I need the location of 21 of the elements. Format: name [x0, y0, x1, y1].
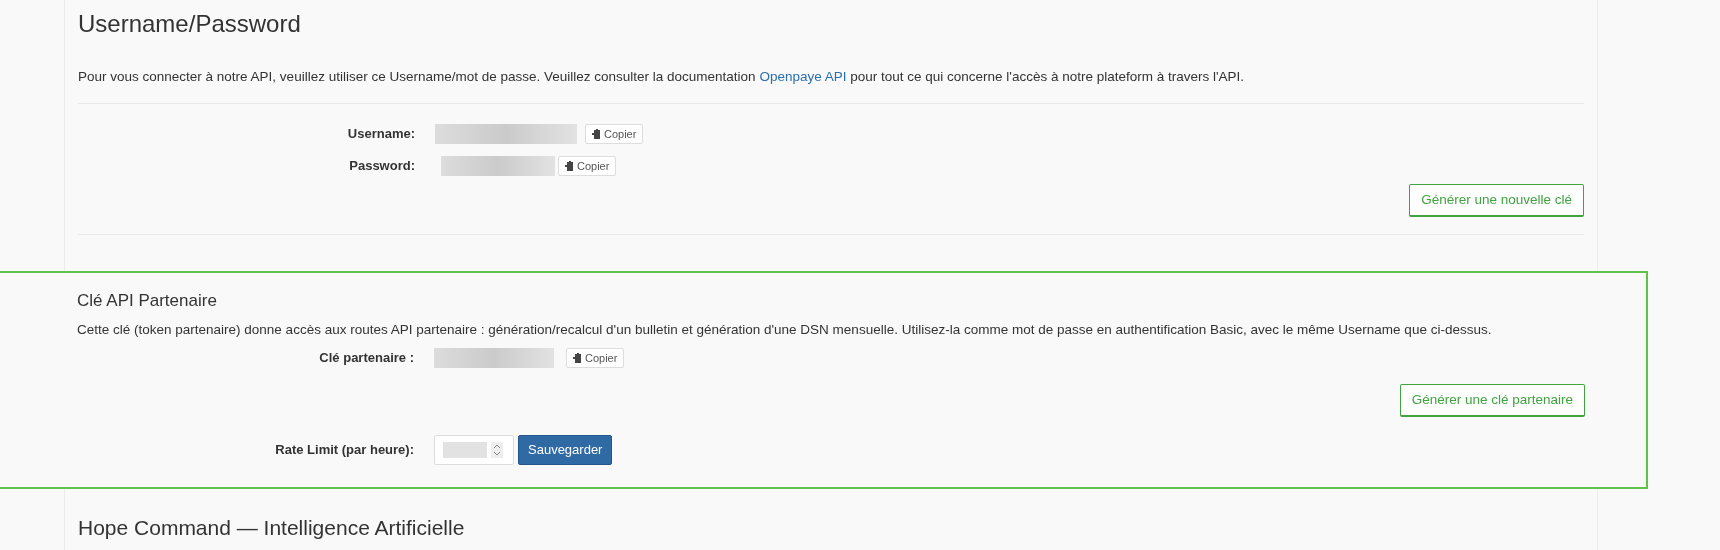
description-text: Cette clé (token partenaire) donne accès aux routes API partenaire : génération/recalcul d'un bulletin et génération d'une DSN mensuelle. Utilisez-la comme mot de passe en authentification Basic, avec le même Username que ci-dessus. — [77, 320, 1493, 339]
field-label: Password: — [348, 157, 416, 176]
field-label: Rate Limit (par heure): — [274, 441, 415, 460]
clipboard-icon — [592, 129, 601, 140]
copy-button[interactable]: Copier — [566, 347, 625, 368]
spinner-arrows-icon[interactable] — [491, 442, 503, 459]
field-label: Clé partenaire : — [318, 349, 415, 368]
number-field[interactable] — [434, 435, 514, 466]
section-title: Hope Command — Intelligence Artificielle — [78, 515, 466, 542]
clipboard-icon — [573, 352, 582, 363]
copy-button[interactable]: Copier — [585, 124, 644, 145]
clipboard-icon — [565, 161, 574, 172]
section-title: Clé API Partenaire — [77, 291, 218, 312]
save-button[interactable]: Sauvegarder — [518, 435, 613, 465]
documentation-link[interactable]: Openpaye API — [759, 68, 847, 84]
intro-text: Pour vous connecter à notre API, veuillez utiliser ce Username/mot de passe. Veuillez consulter la documentation Openpaye API pour tout ce qui concerne l'accès à notre plateform à travers l'API. — [78, 67, 1246, 86]
copy-button[interactable]: Copier — [558, 156, 617, 177]
field-label: Username: — [346, 125, 416, 144]
generate-key-button[interactable]: Générer une nouvelle clé — [1409, 184, 1584, 218]
generate-partner-key-button[interactable]: Générer une clé partenaire — [1399, 383, 1585, 418]
section-title: Username/Password — [78, 9, 302, 39]
